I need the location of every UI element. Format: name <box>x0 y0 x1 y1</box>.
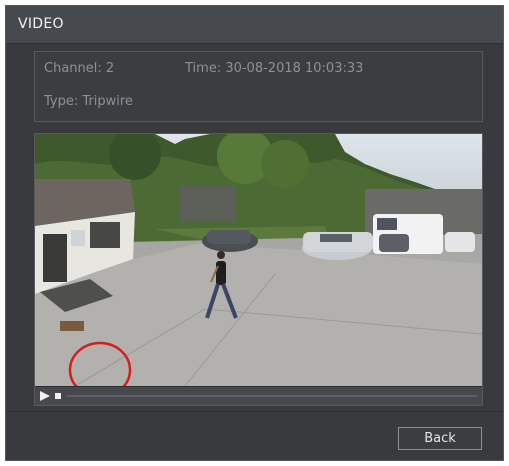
stop-icon[interactable] <box>55 393 61 399</box>
event-info-panel: Channel: 2 Time: 30-08-2018 10:03:33 Typ… <box>34 51 483 122</box>
play-icon[interactable] <box>40 391 50 401</box>
type-label: Type: Tripwire <box>44 94 133 109</box>
time-label: Time: 30-08-2018 10:03:33 <box>185 61 364 76</box>
title-bar: VIDEO <box>6 6 503 44</box>
back-button[interactable]: Back <box>398 427 482 450</box>
playback-controls <box>35 386 482 405</box>
footer-divider <box>6 411 503 412</box>
dialog-title: VIDEO <box>18 16 64 32</box>
video-player <box>34 133 483 406</box>
video-frame <box>35 134 482 386</box>
playback-progress-bar[interactable] <box>67 395 477 397</box>
video-dialog: VIDEO Channel: 2 Time: 30-08-2018 10:03:… <box>5 5 504 461</box>
channel-label: Channel: 2 <box>44 61 115 76</box>
